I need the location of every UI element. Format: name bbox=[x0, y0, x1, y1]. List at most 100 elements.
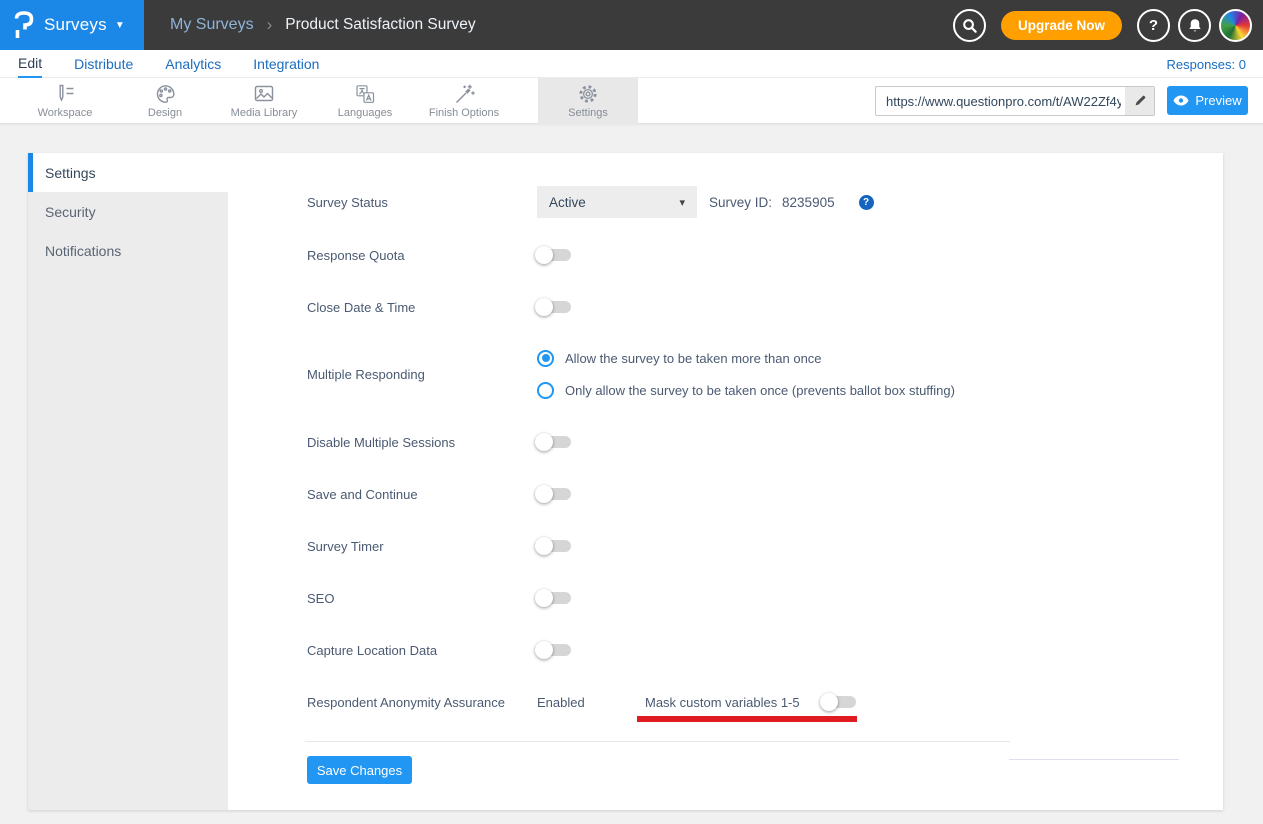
survey-url-field bbox=[875, 86, 1155, 116]
toolbar-label: Workspace bbox=[38, 107, 93, 119]
seo-label: SEO bbox=[307, 591, 537, 606]
toggle-knob bbox=[535, 485, 553, 503]
palette-icon bbox=[154, 83, 177, 105]
capture-location-data-row: Capture Location Data bbox=[307, 634, 571, 666]
topbar-actions: Upgrade Now ? bbox=[953, 0, 1252, 50]
disable-multiple-sessions-label: Disable Multiple Sessions bbox=[307, 435, 537, 450]
toolbar-item-settings[interactable]: Settings bbox=[538, 78, 638, 124]
breadcrumb: My Surveys › Product Satisfaction Survey bbox=[170, 0, 476, 50]
survey-timer-toggle[interactable] bbox=[537, 540, 571, 552]
disable-multiple-sessions-toggle[interactable] bbox=[537, 436, 571, 448]
upgrade-now-button[interactable]: Upgrade Now bbox=[1001, 11, 1122, 40]
close-date-time-toggle[interactable] bbox=[537, 301, 571, 313]
workspace-icon bbox=[53, 83, 77, 105]
multiple-responding-label: Multiple Responding bbox=[307, 367, 537, 382]
survey-status-label: Survey Status bbox=[307, 195, 537, 210]
tab-integration[interactable]: Integration bbox=[253, 50, 319, 78]
question-mark-icon: ? bbox=[1149, 17, 1158, 34]
help-button[interactable]: ? bbox=[1137, 9, 1170, 42]
radio-option-label: Allow the survey to be taken more than o… bbox=[565, 351, 822, 366]
tab-analytics[interactable]: Analytics bbox=[165, 50, 221, 78]
gear-icon bbox=[577, 83, 599, 105]
radio-option-once-only[interactable]: Only allow the survey to be taken once (… bbox=[537, 374, 955, 406]
survey-status-dropdown[interactable]: Active ▾ bbox=[537, 186, 697, 218]
toggle-knob bbox=[535, 433, 553, 451]
toolbar-label: Settings bbox=[568, 107, 608, 119]
preview-label: Preview bbox=[1195, 93, 1241, 108]
toolbar-item-design[interactable]: Design bbox=[115, 78, 215, 124]
settings-sidebar: Settings Security Notifications bbox=[28, 153, 228, 810]
sidebar-item-security[interactable]: Security bbox=[28, 192, 228, 231]
save-changes-button[interactable]: Save Changes bbox=[307, 756, 412, 784]
edit-url-button[interactable] bbox=[1125, 87, 1154, 115]
breadcrumb-current-survey: Product Satisfaction Survey bbox=[285, 16, 475, 34]
questionpro-logo-icon bbox=[13, 10, 35, 40]
toolbar-label: Media Library bbox=[231, 107, 298, 119]
form-divider bbox=[305, 741, 1010, 742]
response-quota-toggle[interactable] bbox=[537, 249, 571, 261]
capture-location-data-toggle[interactable] bbox=[537, 644, 571, 656]
settings-panel: Settings Security Notifications Survey S… bbox=[28, 153, 1223, 810]
survey-status-row: Survey Status Active ▾ Survey ID: 823590… bbox=[307, 186, 874, 218]
toggle-knob bbox=[535, 589, 553, 607]
survey-id-value: 8235905 bbox=[782, 195, 835, 210]
tab-distribute[interactable]: Distribute bbox=[74, 50, 133, 78]
chevron-down-icon: ▾ bbox=[679, 196, 685, 209]
mask-custom-variables-label: Mask custom variables 1-5 bbox=[645, 695, 822, 710]
preview-button[interactable]: Preview bbox=[1167, 86, 1248, 115]
toggle-knob bbox=[535, 537, 553, 555]
surveys-product-menu[interactable]: Surveys ▼ bbox=[0, 0, 144, 50]
toolbar-item-languages[interactable]: Languages bbox=[315, 78, 415, 124]
response-quota-label: Response Quota bbox=[307, 248, 537, 263]
notifications-button[interactable] bbox=[1178, 9, 1211, 42]
responses-count[interactable]: Responses: 0 bbox=[1167, 50, 1247, 78]
close-date-time-label: Close Date & Time bbox=[307, 300, 537, 315]
toolbar-item-media-library[interactable]: Media Library bbox=[214, 78, 314, 124]
top-bar: Surveys ▼ My Surveys › Product Satisfact… bbox=[0, 0, 1263, 50]
anonymity-status-text: Enabled bbox=[537, 695, 645, 710]
seo-toggle[interactable] bbox=[537, 592, 571, 604]
chevron-down-icon: ▼ bbox=[115, 20, 125, 31]
toggle-knob bbox=[535, 246, 553, 264]
radio-unselected-icon bbox=[537, 382, 554, 399]
survey-id-label: Survey ID: bbox=[709, 195, 772, 210]
magic-wand-icon bbox=[452, 83, 476, 105]
close-date-time-row: Close Date & Time bbox=[307, 291, 571, 323]
search-button[interactable] bbox=[953, 9, 986, 42]
edit-toolbar: Workspace Design Media Library Languages bbox=[0, 78, 1263, 124]
breadcrumb-my-surveys[interactable]: My Surveys bbox=[170, 16, 254, 34]
radio-option-label: Only allow the survey to be taken once (… bbox=[565, 383, 955, 398]
red-underline-annotation bbox=[637, 716, 857, 722]
toolbar-item-workspace[interactable]: Workspace bbox=[15, 78, 115, 124]
radio-option-multiple-allowed[interactable]: Allow the survey to be taken more than o… bbox=[537, 342, 955, 374]
respondent-anonymity-row: Respondent Anonymity Assurance Enabled M… bbox=[307, 686, 856, 718]
module-tab-bar: Edit Distribute Analytics Integration Re… bbox=[0, 50, 1263, 78]
toolbar-label: Languages bbox=[338, 107, 392, 119]
faint-divider bbox=[1009, 759, 1179, 760]
multiple-responding-row: Multiple Responding Allow the survey to … bbox=[307, 342, 955, 406]
capture-location-data-label: Capture Location Data bbox=[307, 643, 537, 658]
survey-id-help-icon[interactable]: ? bbox=[859, 195, 874, 210]
module-tabs: Edit Distribute Analytics Integration bbox=[18, 50, 319, 78]
image-icon bbox=[252, 83, 276, 105]
toggle-knob bbox=[820, 693, 838, 711]
survey-url-input[interactable] bbox=[876, 87, 1125, 115]
toolbar-item-finish-options[interactable]: Finish Options bbox=[414, 78, 514, 124]
survey-status-value: Active bbox=[549, 195, 586, 210]
tab-edit[interactable]: Edit bbox=[18, 50, 42, 78]
sidebar-item-notifications[interactable]: Notifications bbox=[28, 231, 228, 270]
sidebar-item-settings[interactable]: Settings bbox=[28, 153, 228, 192]
save-and-continue-toggle[interactable] bbox=[537, 488, 571, 500]
toggle-knob bbox=[535, 298, 553, 316]
pencil-icon bbox=[1133, 94, 1147, 108]
survey-timer-label: Survey Timer bbox=[307, 539, 537, 554]
brand-name: Surveys bbox=[44, 15, 107, 35]
survey-timer-row: Survey Timer bbox=[307, 530, 571, 562]
user-avatar[interactable] bbox=[1219, 9, 1252, 42]
toggle-knob bbox=[535, 641, 553, 659]
disable-multiple-sessions-row: Disable Multiple Sessions bbox=[307, 426, 571, 458]
seo-row: SEO bbox=[307, 582, 571, 614]
mask-custom-variables-toggle[interactable] bbox=[822, 696, 856, 708]
radio-selected-icon bbox=[537, 350, 554, 367]
search-icon bbox=[961, 17, 978, 34]
